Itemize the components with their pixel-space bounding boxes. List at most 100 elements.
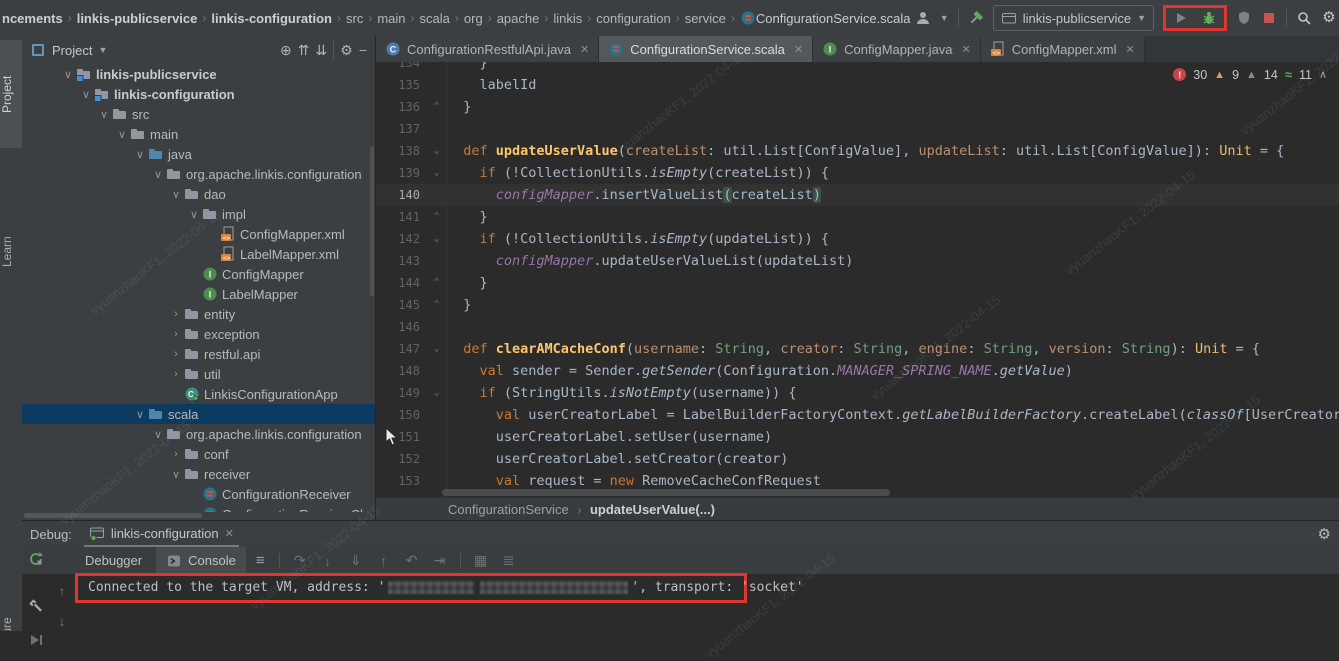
tree-item-impl[interactable]: ∨impl (22, 204, 375, 224)
chevron-collapsed-icon[interactable]: › (168, 448, 184, 460)
project-panel-title[interactable]: Project (52, 43, 92, 58)
stripe-tab-learn[interactable]: Learn (0, 214, 22, 290)
close-icon[interactable]: ✕ (794, 43, 803, 56)
vertical-scrollbar[interactable] (370, 146, 374, 296)
breadcrumb-item[interactable]: configuration (596, 11, 670, 26)
fold-close-icon[interactable]: ⌃ (426, 206, 447, 228)
close-icon[interactable]: ✕ (962, 43, 971, 56)
editor-tab-configmapper-xml[interactable]: <>ConfigMapper.xml✕ (981, 36, 1145, 62)
code-line-152[interactable]: 152 userCreatorLabel.setCreator(creator) (376, 448, 1339, 470)
tree-item-org-apache-linkis-configuration[interactable]: ∨org.apache.linkis.configuration (22, 424, 375, 444)
fold-open-icon[interactable]: ⌄ (426, 382, 447, 404)
settings-gear-icon[interactable]: ⚙ (340, 42, 353, 59)
evaluate-expression-icon[interactable]: ▦ (469, 552, 493, 569)
run-configuration-select[interactable]: linkis-publicservice ▼ (993, 5, 1154, 31)
breadcrumb-member[interactable]: updateUserValue(...) (590, 502, 715, 517)
breadcrumb-item[interactable]: service (685, 11, 726, 26)
debug-tab-debugger[interactable]: Debugger (75, 547, 152, 574)
breadcrumb-item[interactable]: main (377, 11, 405, 26)
horizontal-scrollbar[interactable] (24, 513, 202, 518)
code-line-142[interactable]: 142⌄ if (!CollectionUtils.isEmpty(update… (376, 228, 1339, 250)
expand-all-icon[interactable]: ⇈ (298, 42, 310, 59)
options-menu-icon[interactable]: ≡ (250, 552, 271, 569)
tree-item-linkis-publicservice[interactable]: ∨linkis-publicservice (22, 64, 375, 84)
step-over-icon[interactable]: ↷ (288, 552, 312, 569)
arrow-down-icon[interactable]: ↓ (59, 613, 66, 629)
chevron-collapsed-icon[interactable]: › (168, 308, 184, 320)
code-line-144[interactable]: 144⌃ } (376, 272, 1339, 294)
editor-tab-configmapper-java[interactable]: IConfigMapper.java✕ (813, 36, 981, 62)
code-line-136[interactable]: 136⌃ } (376, 96, 1339, 118)
fold-open-icon[interactable]: ⌄ (426, 338, 447, 360)
chevron-expanded-icon[interactable]: ∨ (168, 188, 184, 201)
breadcrumb-item[interactable]: ncements (2, 11, 63, 26)
fold-close-icon[interactable]: ⌃ (426, 294, 447, 316)
debug-tab-console[interactable]: Console (156, 547, 246, 574)
tree-item-linkisconfigurationapp[interactable]: CLinkisConfigurationApp (22, 384, 375, 404)
close-icon[interactable]: ✕ (225, 527, 234, 540)
tree-item-main[interactable]: ∨main (22, 124, 375, 144)
code-line-145[interactable]: 145⌃ } (376, 294, 1339, 316)
layout-settings-icon[interactable]: ≣ (497, 552, 521, 569)
chevron-expanded-icon[interactable]: ∨ (96, 108, 112, 121)
stripe-tab-project[interactable]: Project (0, 40, 22, 148)
chevron-collapsed-icon[interactable]: › (168, 348, 184, 360)
drop-frame-icon[interactable]: ↶ (400, 552, 424, 569)
fold-open-icon[interactable]: ⌄ (426, 162, 447, 184)
rerun-icon[interactable] (28, 551, 44, 567)
chevron-collapsed-icon[interactable]: › (168, 328, 184, 340)
code-line-143[interactable]: 143 configMapper.updateUserValueList(upd… (376, 250, 1339, 272)
debug-session-tab[interactable]: linkis-configuration ✕ (84, 521, 239, 547)
settings-gear-icon[interactable]: ⚙ (1318, 525, 1331, 543)
editor-horizontal-scrollbar[interactable] (442, 489, 890, 496)
stop-icon[interactable] (1261, 10, 1277, 26)
tree-item-entity[interactable]: ›entity (22, 304, 375, 324)
chevron-expanded-icon[interactable]: ∨ (132, 148, 148, 161)
user-icon[interactable] (915, 10, 931, 26)
chevron-expanded-icon[interactable]: ∨ (132, 408, 148, 421)
code-line-138[interactable]: 138⌄ def updateUserValue(createList: uti… (376, 140, 1339, 162)
tree-item-conf[interactable]: ›conf (22, 444, 375, 464)
tree-item-src[interactable]: ∨src (22, 104, 375, 124)
code-line-137[interactable]: 137 (376, 118, 1339, 140)
settings-gear-icon[interactable]: ⚙ (1321, 10, 1337, 26)
chevron-expanded-icon[interactable]: ∨ (78, 88, 94, 101)
tree-item-exception[interactable]: ›exception (22, 324, 375, 344)
run-to-cursor-icon[interactable]: ⇥ (428, 552, 452, 569)
breadcrumb-item[interactable]: scala (420, 11, 450, 26)
debug-icon[interactable] (1201, 10, 1217, 26)
tree-item-dao[interactable]: ∨dao (22, 184, 375, 204)
locate-icon[interactable]: ⊕ (280, 42, 292, 59)
step-into-icon[interactable]: ↓ (316, 553, 340, 569)
code-line-147[interactable]: 147⌄ def clearAMCacheConf(username: Stri… (376, 338, 1339, 360)
resume-icon[interactable] (28, 632, 44, 648)
chevron-expanded-icon[interactable]: ∨ (150, 428, 166, 441)
tree-item-labelmapper-xml[interactable]: <>LabelMapper.xml (22, 244, 375, 264)
code-line-150[interactable]: 150 val userCreatorLabel = LabelBuilderF… (376, 404, 1339, 426)
breadcrumb-item[interactable]: org (464, 11, 483, 26)
tree-item-configmapper[interactable]: IConfigMapper (22, 264, 375, 284)
code-line-148[interactable]: 148 val sender = Sender.getSender(Config… (376, 360, 1339, 382)
tree-item-restful-api[interactable]: ›restful.api (22, 344, 375, 364)
inspections-widget[interactable]: ! 30 ▲ 9 ▲ 14 ≈ 11 ∧ (1169, 65, 1331, 84)
chevron-expanded-icon[interactable]: ∨ (168, 468, 184, 481)
breadcrumb-class[interactable]: ConfigurationService (448, 502, 569, 517)
close-icon[interactable]: ✕ (1126, 43, 1135, 56)
arrow-up-icon[interactable]: ↑ (59, 583, 66, 599)
fold-close-icon[interactable]: ⌃ (426, 96, 447, 118)
chevron-expanded-icon[interactable]: ∨ (150, 168, 166, 181)
code-line-139[interactable]: 139⌄ if (!CollectionUtils.isEmpty(create… (376, 162, 1339, 184)
breadcrumb-item[interactable]: src (346, 11, 363, 26)
fold-open-icon[interactable]: ⌄ (426, 140, 447, 162)
run-icon[interactable] (1173, 10, 1189, 26)
code-line-146[interactable]: 146 (376, 316, 1339, 338)
wrench-icon[interactable] (28, 598, 44, 614)
step-out-icon[interactable]: ↑ (372, 553, 396, 569)
breadcrumb-item[interactable]: linkis-publicservice (77, 11, 198, 26)
breadcrumb-item[interactable]: apache (497, 11, 540, 26)
code-line-140[interactable]: 140 configMapper.insertValueList(createL… (376, 184, 1339, 206)
code-editor[interactable]: 134 }135 labelId136⌃ }137138⌄ def update… (376, 62, 1339, 520)
tree-item-org-apache-linkis-configuration[interactable]: ∨org.apache.linkis.configuration (22, 164, 375, 184)
fold-open-icon[interactable]: ⌄ (426, 228, 447, 250)
search-icon[interactable] (1296, 10, 1312, 26)
